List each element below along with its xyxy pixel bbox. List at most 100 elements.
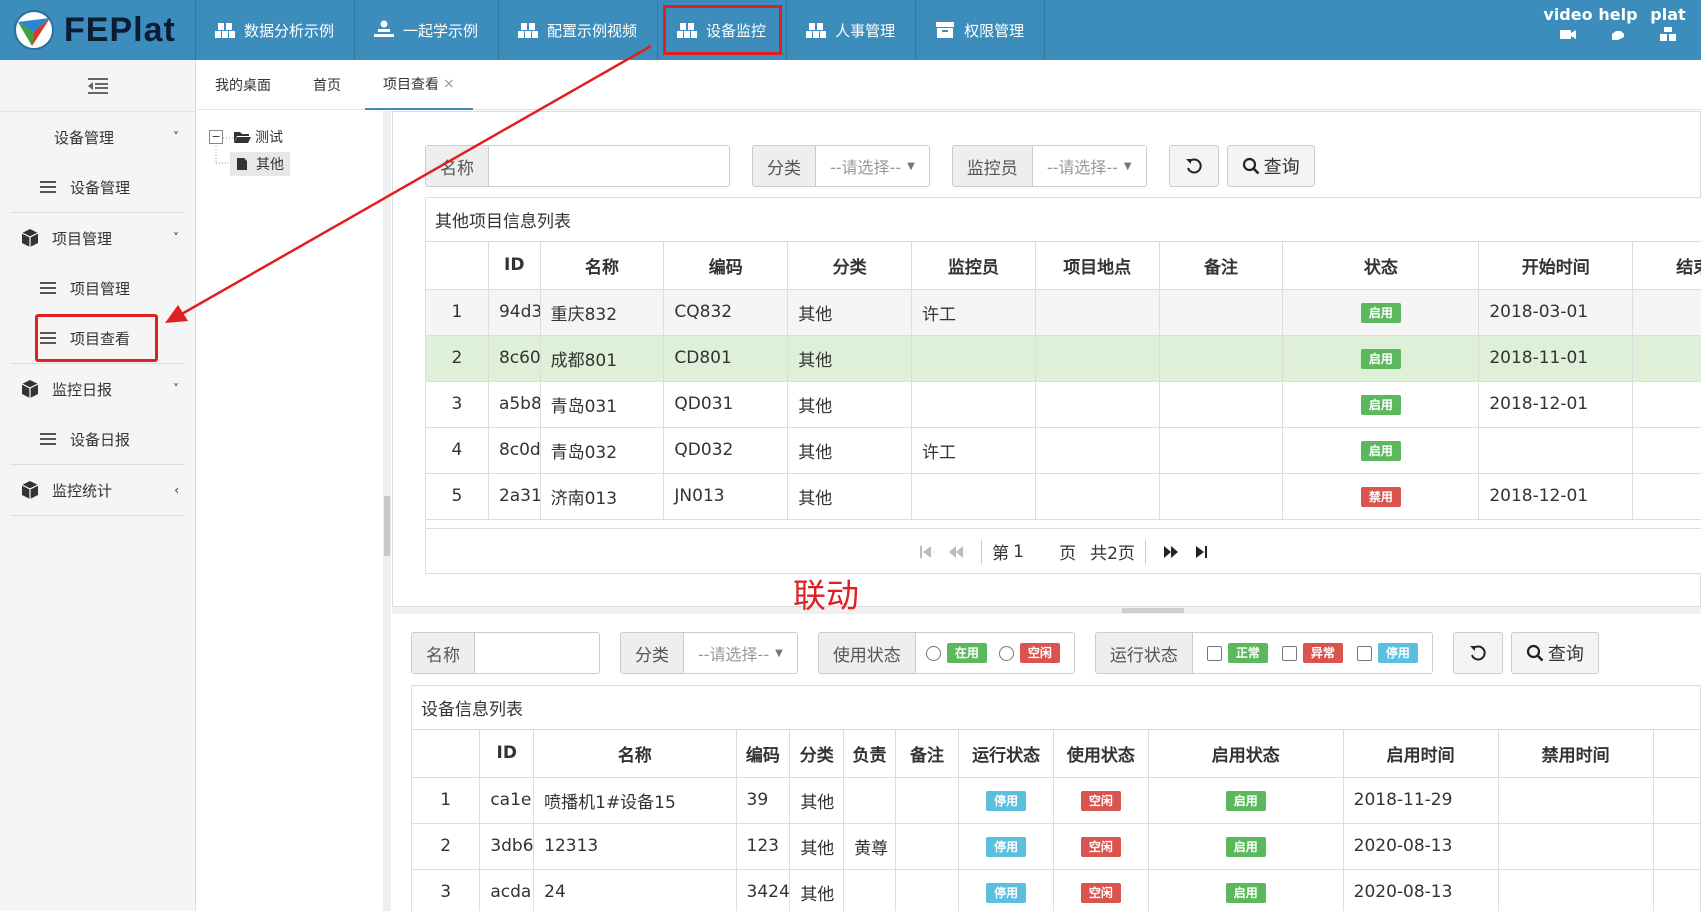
file-icon xyxy=(237,158,247,170)
column-header[interactable]: 编码 xyxy=(663,242,789,290)
sidebar-group-header[interactable]: 监控日报 ˅ xyxy=(10,364,185,414)
next-page-icon[interactable] xyxy=(1162,543,1180,561)
table-row[interactable]: 3acda243424其他停用空闲启用2020-08-1382 xyxy=(412,869,1700,911)
column-header[interactable]: 运行状态 xyxy=(958,730,1055,778)
undo-icon xyxy=(1469,645,1486,661)
sidebar-toggle[interactable] xyxy=(0,60,195,112)
last-page-icon[interactable] xyxy=(1192,543,1210,561)
column-header[interactable]: 备注 xyxy=(895,730,960,778)
tab-my-desktop[interactable]: 我的桌面 xyxy=(197,60,289,110)
row-number: 1 xyxy=(426,289,489,336)
project-monitor-select[interactable]: --请选择-- ▼ xyxy=(1032,146,1146,186)
device-category-select[interactable]: --请选择-- ▼ xyxy=(684,633,797,673)
page-number-input[interactable]: 1 xyxy=(1013,540,1047,564)
project-category-select[interactable]: --请选择-- ▼ xyxy=(816,146,929,186)
tree-scrollbar[interactable] xyxy=(383,111,391,911)
device-query-button[interactable]: 查询 xyxy=(1510,632,1599,674)
checkbox-normal[interactable] xyxy=(1206,645,1222,661)
column-header[interactable]: 开始时间 xyxy=(1478,242,1634,290)
sidebar-item-project-manage[interactable]: 项目管理 xyxy=(10,263,185,313)
checkbox-abnormal[interactable] xyxy=(1281,645,1297,661)
column-header[interactable]: 禁用时间 xyxy=(1498,730,1654,778)
nav-label: 数据分析示例 xyxy=(244,21,335,40)
panel-splitter[interactable] xyxy=(392,607,1701,614)
tree-node-other[interactable]: 其他 xyxy=(230,152,290,176)
column-header[interactable]: 排序 xyxy=(1653,730,1700,778)
status-badge: 启用 xyxy=(1225,790,1266,811)
row-number: 3 xyxy=(426,381,489,428)
nav-label: 配置示例视频 xyxy=(547,21,638,40)
cell-owner xyxy=(843,869,896,911)
close-icon[interactable]: × xyxy=(443,76,455,92)
column-header[interactable]: 项目地点 xyxy=(1035,242,1160,290)
tab-home[interactable]: 首页 xyxy=(289,60,365,110)
radio-in-use[interactable] xyxy=(925,645,941,661)
sidebar-item-device-daily[interactable]: 设备日报 xyxy=(10,414,185,464)
device-reset-button[interactable] xyxy=(1452,632,1503,674)
table-row[interactable]: 2 8c60 成都801 CD801 其他 启用 2018-11-01 xyxy=(426,335,1701,382)
column-header[interactable]: 监控员 xyxy=(911,242,1036,290)
nav-item-hr[interactable]: 人事管理 xyxy=(787,0,917,60)
sidebar-group-project: 项目管理 ˅ 项目管理 项目查看 xyxy=(10,213,185,364)
column-header[interactable]: 名称 xyxy=(533,730,737,778)
quick-plat[interactable]: plat xyxy=(1647,6,1689,42)
column-header[interactable]: 启用状态 xyxy=(1148,730,1344,778)
column-header[interactable]: ID xyxy=(488,242,541,290)
nav-item-config-video[interactable]: 配置示例视频 xyxy=(499,0,659,60)
table-row[interactable]: 5 2a31 济南013 JN013 其他 禁用 2018-12-01 xyxy=(426,473,1701,520)
cell-enable-status: 启用 xyxy=(1148,869,1344,911)
splitter-handle[interactable] xyxy=(1122,608,1184,613)
first-page-icon[interactable] xyxy=(917,543,935,561)
column-header[interactable]: 分类 xyxy=(787,242,912,290)
nav-item-learn-together[interactable]: 一起学示例 xyxy=(355,0,500,60)
sidebar-group-header[interactable]: 项目管理 ˅ xyxy=(10,213,185,263)
radio-idle[interactable] xyxy=(998,645,1014,661)
device-name-input[interactable] xyxy=(475,633,599,673)
cell-end-time xyxy=(1632,473,1701,520)
cell-status: 禁用 xyxy=(1282,473,1480,520)
project-reset-button[interactable] xyxy=(1168,145,1219,187)
tree-node-root[interactable]: − 测试 xyxy=(209,127,283,147)
column-header[interactable]: 启用时间 xyxy=(1343,730,1499,778)
table-row[interactable]: 4 8c0d 青岛032 QD032 其他 许工 启用 xyxy=(426,427,1701,474)
column-header[interactable]: 名称 xyxy=(540,242,665,290)
table-row[interactable]: 23db612313123其他黄尊停用空闲启用2020-08-1372 xyxy=(412,823,1700,870)
tab-project-view[interactable]: 项目查看 × xyxy=(365,60,473,110)
sidebar-item-project-view[interactable]: 项目查看 xyxy=(34,313,159,363)
quick-help[interactable]: help xyxy=(1597,6,1639,42)
column-header[interactable]: 结束时间 xyxy=(1632,242,1701,290)
column-header[interactable]: 编码 xyxy=(736,730,791,778)
column-header[interactable]: ID xyxy=(479,730,535,778)
column-header[interactable]: 状态 xyxy=(1282,242,1480,290)
sidebar-item-label: 设备管理 xyxy=(70,178,131,197)
prev-page-icon[interactable] xyxy=(947,543,965,561)
cell-sort: 8 xyxy=(1653,869,1700,911)
nav-item-device-monitor[interactable]: 设备监控 xyxy=(658,0,788,60)
scroll-thumb[interactable] xyxy=(384,496,390,556)
column-header[interactable]: 备注 xyxy=(1159,242,1284,290)
nav-item-permissions[interactable]: 权限管理 xyxy=(916,0,1046,60)
column-header[interactable]: 分类 xyxy=(789,730,845,778)
bars-icon xyxy=(40,282,56,294)
cell-use-status: 空闲 xyxy=(1053,869,1149,911)
collapse-toggle[interactable]: − xyxy=(209,130,223,144)
sidebar-group-header[interactable]: 设备管理 ˅ xyxy=(10,112,185,162)
table-row[interactable]: 1 94d3 重庆832 CQ832 其他 许工 启用 2018-03-01 xyxy=(426,289,1701,336)
cell-status: 启用 xyxy=(1282,381,1480,428)
table-row[interactable]: 3 a5b8 青岛031 QD031 其他 启用 2018-12-01 xyxy=(426,381,1701,428)
device-use-status-group: 使用状态 在用 空闲 xyxy=(817,632,1075,674)
nav-label: 一起学示例 xyxy=(403,21,479,40)
column-header[interactable]: 负责 xyxy=(843,730,896,778)
quick-label: video xyxy=(1543,5,1593,24)
checkbox-stopped[interactable] xyxy=(1356,645,1372,661)
pager-separator xyxy=(981,539,983,564)
sidebar-item-device-manage[interactable]: 设备管理 xyxy=(10,162,185,212)
column-header[interactable]: 使用状态 xyxy=(1053,730,1149,778)
table-row[interactable]: 1ca1e喷播机1#设备1539其他停用空闲启用2018-11-2912 xyxy=(412,777,1700,824)
nav-item-data-analysis[interactable]: 数据分析示例 xyxy=(196,0,356,60)
sidebar-group-header[interactable]: 监控统计 ‹ xyxy=(10,465,185,515)
project-query-button[interactable]: 查询 xyxy=(1226,145,1315,187)
brand[interactable]: FEPlat xyxy=(0,0,196,60)
quick-video[interactable]: video xyxy=(1543,6,1593,42)
project-name-input[interactable] xyxy=(489,146,729,186)
